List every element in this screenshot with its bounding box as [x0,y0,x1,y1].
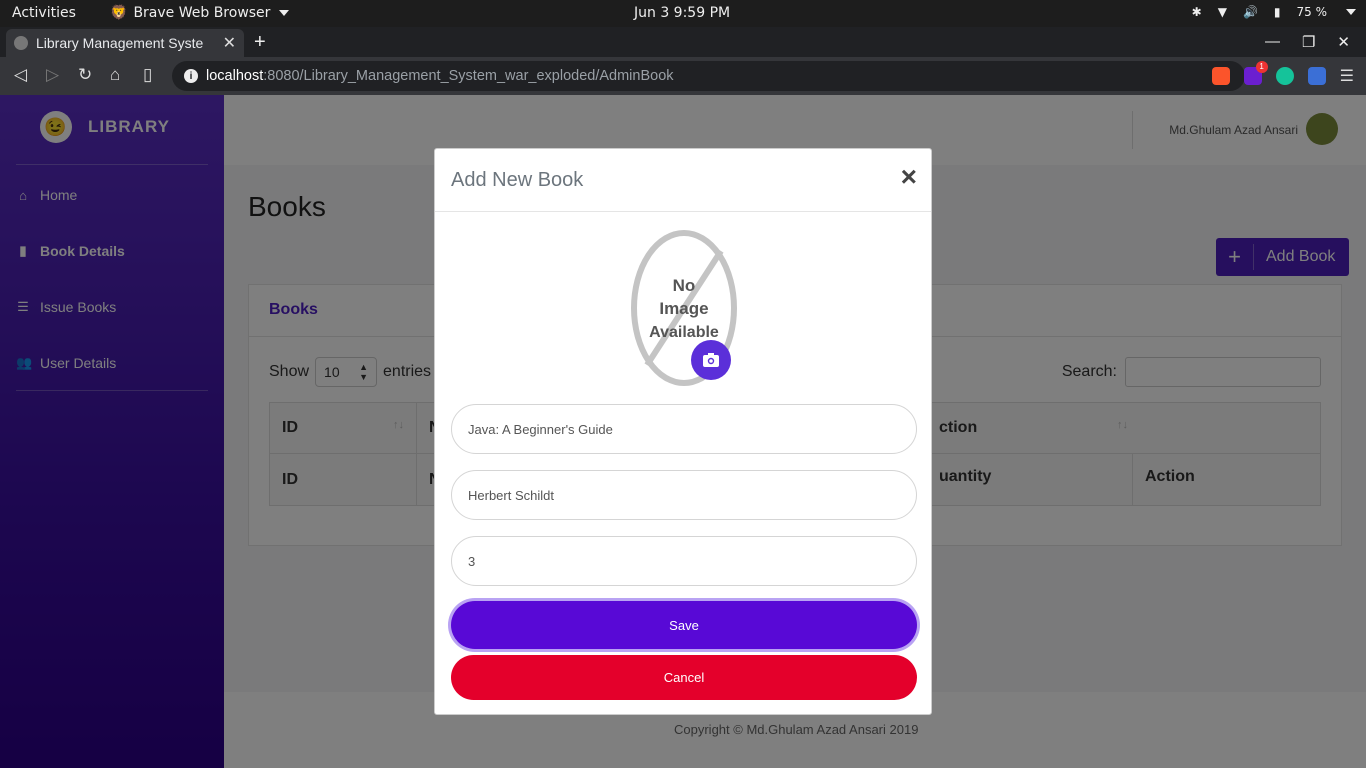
chevron-down-icon [279,10,290,16]
rewards-badge: 1 [1255,61,1268,73]
volume-icon: 🔊 [1242,5,1258,19]
menu-icon[interactable]: ☰ [1340,66,1354,86]
book-name-input[interactable]: Java: A Beginner's Guide [451,404,917,454]
battery-icon: ▮ [1273,5,1281,19]
restore-icon[interactable]: ❐ [1302,33,1315,51]
extension-icons: 1 ☰ [1211,61,1354,86]
address-bar[interactable]: i localhost :8080/Library_Management_Sys… [172,61,1245,91]
save-button[interactable]: Save [451,601,917,649]
quantity-input[interactable]: 3 [451,536,917,586]
url-host: localhost [206,68,264,84]
slack-icon: ✱ [1191,5,1202,19]
minimize-icon[interactable]: — [1265,33,1280,51]
reload-icon[interactable]: ↻ [78,65,92,85]
back-icon[interactable]: ◁ [14,65,27,85]
wifi-icon: ▼ [1217,5,1227,19]
no-image-text: Available [649,324,719,341]
app-menu-label: Brave Web Browser [133,5,271,21]
grammarly-icon[interactable] [1275,67,1294,85]
no-image-text: No [673,276,696,295]
no-image-text: Image [659,299,708,318]
upload-photo-button[interactable] [691,340,731,380]
clock[interactable]: Jun 3 9:59 PM [634,5,730,21]
url-path: :8080/Library_Management_System_war_expl… [263,68,674,84]
modal-title: Add New Book [435,149,931,212]
system-top-bar: Activities 🦁 Brave Web Browser Jun 3 9:5… [0,0,1366,27]
extension-icon[interactable] [1307,67,1326,85]
add-book-modal: Add New Book × No Image Available Java: … [434,148,932,715]
chevron-down-icon [1346,9,1356,15]
new-tab-button[interactable]: + [254,31,266,54]
brave-rewards-icon[interactable]: 1 [1243,61,1268,85]
browser-toolbar: ◁ ▷ ↻ ⌂ ▯ i localhost :8080/Library_Mana… [0,57,1366,95]
brave-icon: 🦁 [110,5,128,21]
author-input[interactable]: Herbert Schildt [451,470,917,520]
globe-icon [14,36,28,50]
system-tray[interactable]: ✱ ▼ 🔊 ▮ 75 % [1192,5,1356,19]
close-icon[interactable]: × [901,161,917,193]
info-icon[interactable]: i [184,69,198,83]
camera-icon [703,353,719,367]
browser-tab[interactable]: Library Management Syste ✕ [6,29,244,57]
tab-strip: Library Management Syste ✕ [0,27,1366,57]
brave-shield-icon[interactable] [1211,67,1230,85]
close-tab-icon[interactable]: ✕ [223,33,236,53]
forward-icon[interactable]: ▷ [46,65,59,85]
cancel-button[interactable]: Cancel [451,655,917,700]
activities-button[interactable]: Activities [12,5,76,21]
tab-title: Library Management Syste [36,35,204,51]
window-controls: — ❐ ✕ [1265,33,1350,51]
app-menu[interactable]: 🦁 Brave Web Browser [110,5,290,21]
home-icon[interactable]: ⌂ [110,65,120,85]
close-window-icon[interactable]: ✕ [1337,33,1350,51]
battery-percent: 75 % [1296,5,1328,19]
bookmark-icon[interactable]: ▯ [143,65,152,85]
